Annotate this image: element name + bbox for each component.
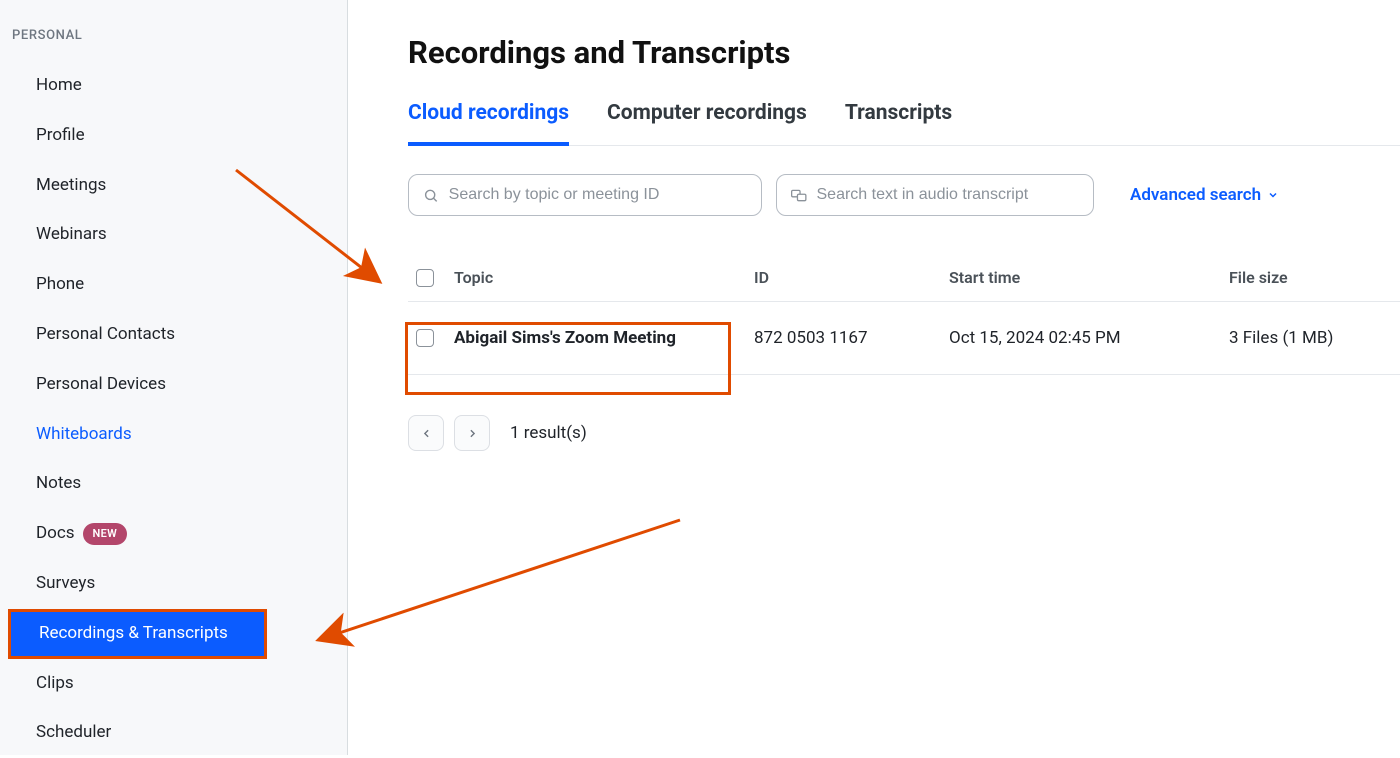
cell-file-size: 3 Files (1 MB) xyxy=(1229,328,1400,348)
sidebar-item-label: Notes xyxy=(36,472,81,496)
col-id: ID xyxy=(754,268,949,287)
sidebar-item-notes[interactable]: Notes xyxy=(0,459,347,509)
sidebar-item-scheduler[interactable]: Scheduler xyxy=(0,708,347,758)
page-title: Recordings and Transcripts xyxy=(408,34,1400,71)
sidebar-item-label: Surveys xyxy=(36,572,95,596)
search-row: Advanced search xyxy=(408,174,1400,216)
cell-start-time: Oct 15, 2024 02:45 PM xyxy=(949,328,1229,348)
tab-label: Transcripts xyxy=(845,101,952,125)
cell-topic: Abigail Sims's Zoom Meeting xyxy=(454,328,754,348)
tab-computer-recordings[interactable]: Computer recordings xyxy=(607,101,807,146)
sidebar-item-phone[interactable]: Phone xyxy=(0,260,347,310)
recordings-table: Topic ID Start time File size Abigail Si… xyxy=(408,254,1400,375)
advanced-search-link[interactable]: Advanced search xyxy=(1130,185,1279,205)
sidebar-item-label: Meetings xyxy=(36,174,106,198)
advanced-search-label: Advanced search xyxy=(1130,185,1261,205)
new-badge: NEW xyxy=(83,523,128,544)
sidebar-item-label: Clips xyxy=(36,672,74,696)
row-checkbox[interactable] xyxy=(416,329,434,347)
col-start-time: Start time xyxy=(949,268,1229,287)
search-transcript-input[interactable] xyxy=(817,186,1080,204)
sidebar-item-clips[interactable]: Clips xyxy=(0,659,347,709)
transcript-search-icon xyxy=(791,188,807,203)
sidebar-item-whiteboards[interactable]: Whiteboards xyxy=(0,410,347,460)
col-topic: Topic xyxy=(454,268,754,287)
main-content: Recordings and Transcripts Cloud recordi… xyxy=(348,0,1400,755)
sidebar-item-recordings-transcripts[interactable]: Recordings & Transcripts xyxy=(8,609,267,659)
sidebar-item-label: Recordings & Transcripts xyxy=(39,622,228,646)
select-all-checkbox[interactable] xyxy=(416,269,434,287)
col-file-size: File size xyxy=(1229,268,1400,287)
next-page-button[interactable] xyxy=(454,415,490,451)
sidebar: PERSONAL Home Profile Meetings Webinars … xyxy=(0,0,348,755)
sidebar-item-label: Docs xyxy=(36,522,75,546)
sidebar-item-docs[interactable]: Docs NEW xyxy=(0,509,347,559)
cell-id: 872 0503 1167 xyxy=(754,328,949,348)
sidebar-section-label: PERSONAL xyxy=(0,28,347,61)
prev-page-button[interactable] xyxy=(408,415,444,451)
sidebar-item-label: Home xyxy=(36,74,82,98)
table-row[interactable]: Abigail Sims's Zoom Meeting 872 0503 116… xyxy=(408,302,1400,375)
search-icon xyxy=(423,187,439,204)
tab-cloud-recordings[interactable]: Cloud recordings xyxy=(408,101,569,146)
sidebar-item-label: Phone xyxy=(36,273,84,297)
chevron-left-icon xyxy=(420,427,433,440)
chevron-right-icon xyxy=(466,427,479,440)
sidebar-item-label: Personal Devices xyxy=(36,373,166,397)
search-topic-box[interactable] xyxy=(408,174,762,216)
sidebar-item-label: Scheduler xyxy=(36,721,111,745)
sidebar-item-label: Profile xyxy=(36,124,85,148)
sidebar-item-surveys[interactable]: Surveys xyxy=(0,559,347,609)
table-header-row: Topic ID Start time File size xyxy=(408,254,1400,302)
search-transcript-box[interactable] xyxy=(776,174,1094,216)
results-count: 1 result(s) xyxy=(510,423,587,443)
sidebar-item-label: Webinars xyxy=(36,223,107,247)
sidebar-item-webinars[interactable]: Webinars xyxy=(0,210,347,260)
sidebar-item-label: Personal Contacts xyxy=(36,323,175,347)
tab-transcripts[interactable]: Transcripts xyxy=(845,101,952,146)
tab-label: Cloud recordings xyxy=(408,101,569,125)
tab-label: Computer recordings xyxy=(607,101,807,125)
sidebar-item-personal-devices[interactable]: Personal Devices xyxy=(0,360,347,410)
sidebar-item-profile[interactable]: Profile xyxy=(0,111,347,161)
pager: 1 result(s) xyxy=(408,415,1400,451)
search-topic-input[interactable] xyxy=(449,186,747,204)
chevron-down-icon xyxy=(1267,189,1279,201)
sidebar-item-label: Whiteboards xyxy=(36,423,132,447)
tabs: Cloud recordings Computer recordings Tra… xyxy=(408,101,1400,146)
sidebar-item-meetings[interactable]: Meetings xyxy=(0,161,347,211)
sidebar-item-home[interactable]: Home xyxy=(0,61,347,111)
sidebar-item-personal-contacts[interactable]: Personal Contacts xyxy=(0,310,347,360)
